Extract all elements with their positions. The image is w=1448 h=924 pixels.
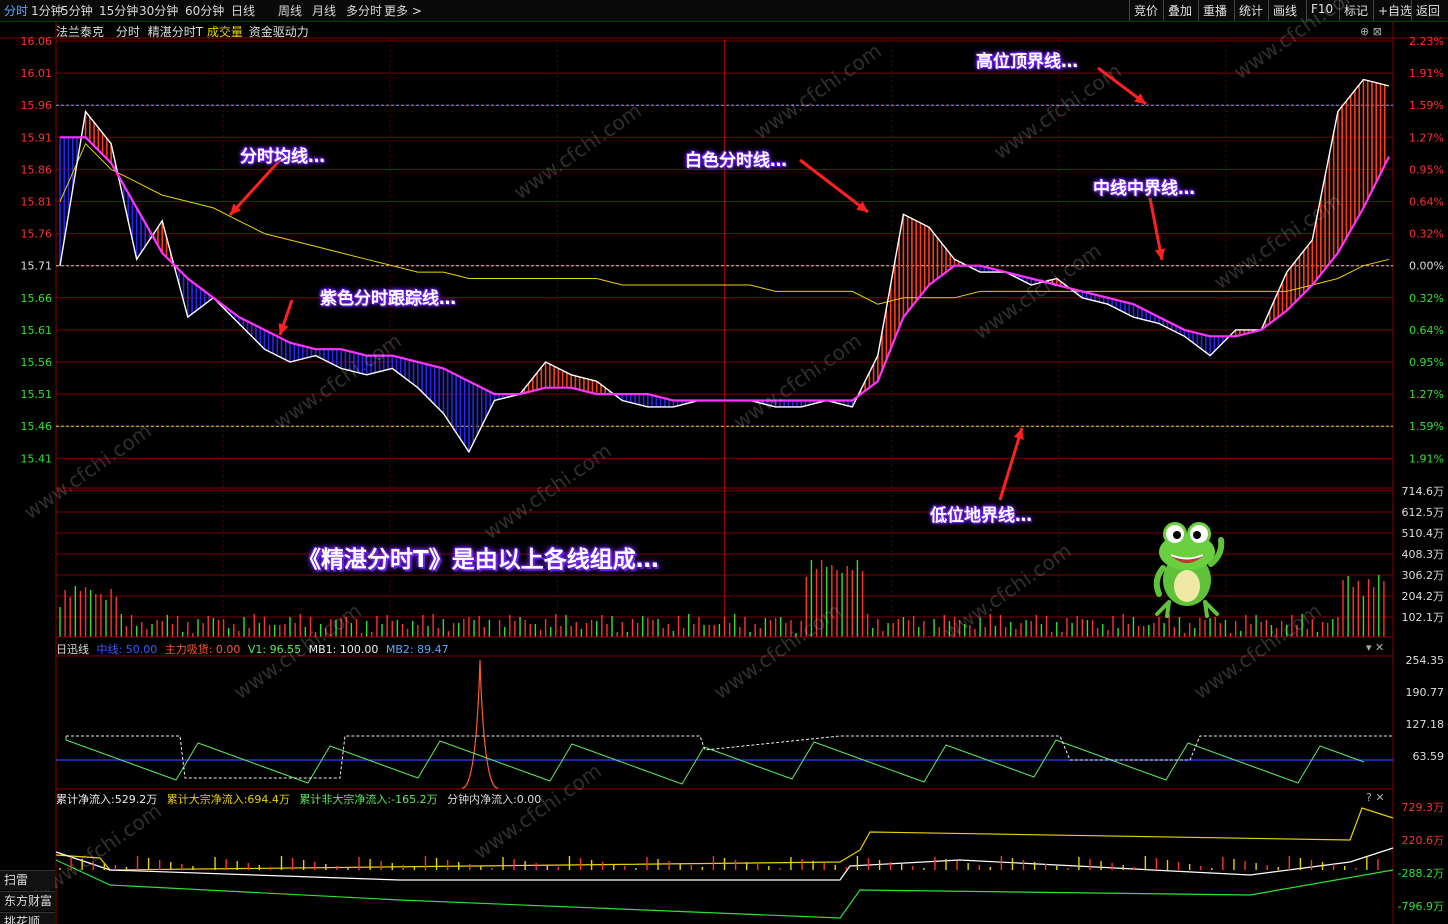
annotation-summary: 《精湛分时T》是由以上各线组成… [298, 547, 659, 573]
pct-tick: 0.32% [1409, 228, 1444, 241]
pct-tick: 2.23% [1409, 35, 1444, 48]
panel3-header: 累计净流入:529.2万 累计大宗净流入:694.4万 累计非大宗净流入:-16… [56, 791, 541, 807]
frog-mascot [1153, 522, 1225, 618]
price-tick: 16.01 [21, 67, 53, 80]
pct-tick: 1.27% [1409, 131, 1444, 144]
annotation-low-line: 低位地界线… [930, 506, 1032, 526]
panel2-tick: 127.18 [1406, 718, 1445, 731]
side-button-ths[interactable]: 挑花顺 [0, 912, 55, 924]
volume-tick: 408.3万 [1402, 548, 1445, 561]
price-tick: 15.91 [21, 131, 53, 144]
pct-tick: 1.59% [1409, 99, 1444, 112]
volume-tick: 714.6万 [1402, 485, 1445, 498]
annotation-purple-line: 紫色分时跟踪线… [320, 289, 456, 309]
panel2-mb2: MB2: 89.47 [385, 643, 449, 656]
arrow-head [1154, 248, 1166, 260]
panel2-mb1-line [66, 735, 1393, 779]
panel2-tick: 254.35 [1406, 654, 1445, 667]
panel2-tick: 190.77 [1406, 686, 1445, 699]
panel3-tick: -796.9万 [1398, 900, 1444, 913]
pct-tick: 1.59% [1409, 420, 1444, 433]
volume-tick: 102.1万 [1402, 611, 1445, 624]
pct-tick: 1.27% [1409, 388, 1444, 401]
panel3-tick: -288.2万 [1398, 867, 1444, 880]
volume-tick: 510.4万 [1402, 527, 1445, 540]
volume-tick: 612.5万 [1402, 506, 1445, 519]
price-tick: 15.86 [21, 163, 53, 176]
volume-tick: 306.2万 [1402, 569, 1445, 582]
panel2-controls[interactable]: ▾ ✕ [1366, 641, 1384, 654]
panel2-main: 主力吸货: 0.00 [164, 643, 241, 656]
panel3-tick: 729.3万 [1402, 801, 1445, 814]
panel3-cum: 累计净流入:529.2万 [56, 793, 158, 806]
price-tick: 15.96 [21, 99, 53, 112]
panel2-spike [461, 659, 499, 789]
arrow-head [278, 323, 289, 335]
price-tick: 15.66 [21, 292, 53, 305]
pct-tick: 0.95% [1409, 163, 1444, 176]
panel3-minute: 分钟内净流入:0.00 [447, 793, 542, 806]
watermark-text: www.cfchi.com [709, 598, 846, 704]
annotation-high-line: 高位顶界线… [976, 52, 1078, 72]
price-tick: 16.06 [21, 35, 53, 48]
pct-tick: 1.91% [1409, 452, 1444, 465]
side-button-scan[interactable]: 扫雷 [0, 870, 55, 890]
annotation-mid-line: 中线中界线… [1093, 179, 1195, 199]
pct-tick: 0.32% [1409, 292, 1444, 305]
watermark-text: www.cfchi.com [729, 328, 866, 434]
price-tick: 15.51 [21, 388, 53, 401]
watermark-text: www.cfchi.com [749, 38, 886, 144]
panel2-mid: 中线: 50.00 [96, 643, 158, 656]
price-tick: 15.76 [21, 228, 53, 241]
main-chart: 16.06 2.23% 16.01 1.91% 15.96 1.59% 15.91 1.27%… [0, 0, 1448, 924]
price-tick: 15.56 [21, 356, 53, 369]
price-tick: 15.81 [21, 196, 53, 209]
watermark-text: www.cfchi.com [19, 418, 156, 524]
panel2-tick: 63.59 [1413, 750, 1445, 763]
panel2-mb1: MB1: 100.00 [308, 643, 379, 656]
panel2-v1: V1: 96.55 [247, 643, 302, 656]
panel3-controls[interactable]: ? ✕ [1366, 791, 1385, 804]
annotation-arrow [799, 158, 869, 214]
panel3-tick: 220.6万 [1402, 834, 1445, 847]
annotation-arrow [998, 427, 1024, 501]
annotation-avg-line: 分时均线… [240, 147, 325, 167]
side-button-eastmoney[interactable]: 东方财富 [0, 891, 55, 911]
annotation-arrow [228, 158, 282, 217]
panel2-header: 日迅线 中线: 50.00 主力吸货: 0.00 V1: 96.55 MB1: … [56, 641, 449, 657]
pct-tick: 0.95% [1409, 356, 1444, 369]
watermark-text: www.cfchi.com [1229, 0, 1366, 84]
pct-tick: 1.91% [1409, 67, 1444, 80]
panel3-small: 累计非大宗净流入:-165.2万 [299, 793, 438, 806]
panel2-name[interactable]: 日迅线 [56, 643, 89, 656]
price-tick: 15.46 [21, 420, 53, 433]
price-tick: 15.61 [21, 324, 53, 337]
pct-tick: 0.64% [1409, 196, 1444, 209]
annotation-white-line: 白色分时线… [685, 151, 787, 171]
volume-tick: 204.2万 [1402, 590, 1445, 603]
watermark-text: www.cfchi.com [509, 98, 646, 204]
price-tick: 15.41 [21, 452, 53, 465]
panel3-big: 累计大宗净流入:694.4万 [166, 793, 290, 806]
price-tick: 15.71 [21, 260, 53, 273]
pct-tick: 0.64% [1409, 324, 1444, 337]
pct-tick: 0.00% [1409, 260, 1444, 273]
